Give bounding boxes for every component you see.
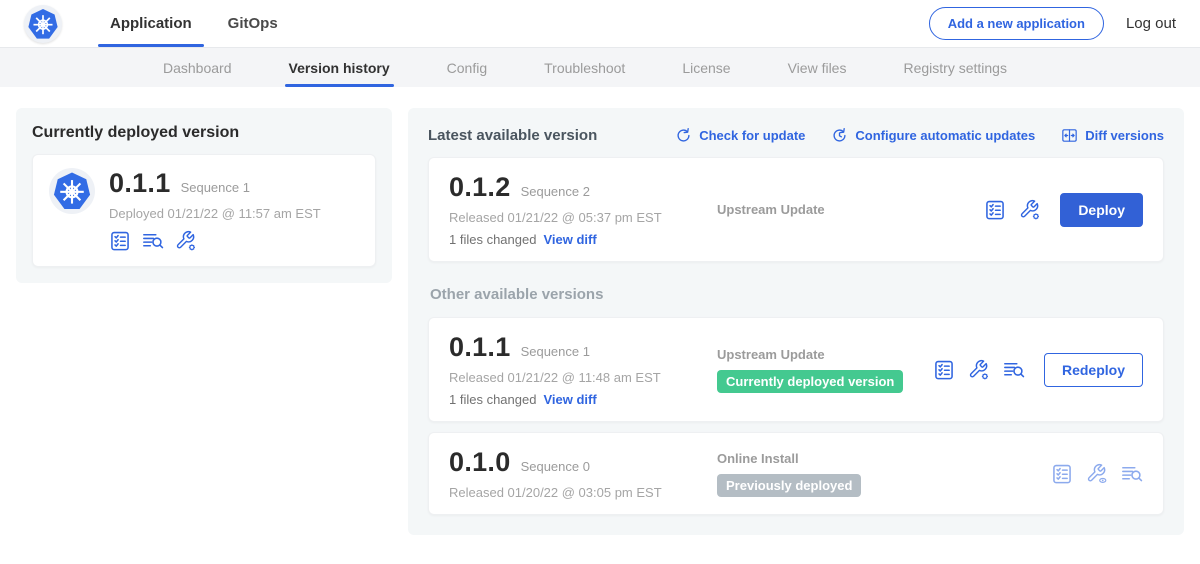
app-subnav: Dashboard Version history Config Trouble… <box>0 47 1200 87</box>
subnav-version-history[interactable]: Version history <box>289 48 390 87</box>
version-source-label: Upstream Update <box>717 347 933 362</box>
subnav-registry-settings[interactable]: Registry settings <box>903 48 1006 87</box>
subnav-troubleshoot[interactable]: Troubleshoot <box>544 48 625 87</box>
released-timestamp: Released 01/21/22 @ 05:37 pm EST <box>449 210 717 225</box>
tab-gitops[interactable]: GitOps <box>210 0 296 47</box>
edit-config-icon[interactable] <box>968 359 990 381</box>
version-source-label: Online Install <box>717 451 1051 466</box>
edit-config-icon[interactable] <box>1019 199 1041 221</box>
currently-deployed-badge: Currently deployed version <box>717 370 903 393</box>
released-timestamp: Released 01/21/22 @ 11:48 am EST <box>449 370 717 385</box>
kubernetes-logo-icon <box>24 5 62 43</box>
auto-update-icon <box>831 127 848 144</box>
view-config-icon[interactable] <box>1086 463 1108 485</box>
check-for-update-link[interactable]: Check for update <box>675 127 805 144</box>
deploy-logs-icon[interactable] <box>1121 463 1143 485</box>
tab-gitops-label: GitOps <box>228 15 278 32</box>
diff-versions-link[interactable]: Diff versions <box>1061 127 1164 144</box>
add-application-button[interactable]: Add a new application <box>929 7 1104 40</box>
subnav-view-files[interactable]: View files <box>788 48 847 87</box>
currently-deployed-title: Currently deployed version <box>32 124 376 142</box>
previously-deployed-badge: Previously deployed <box>717 474 861 497</box>
sequence-label: Sequence 2 <box>521 184 590 199</box>
subnav-dashboard[interactable]: Dashboard <box>163 48 232 87</box>
deployed-sequence-label: Sequence 1 <box>181 180 250 195</box>
version-number: 0.1.1 <box>449 332 511 363</box>
tab-application[interactable]: Application <box>92 0 210 47</box>
main-content: Currently deployed version 0.1.1 Sequenc… <box>0 87 1200 556</box>
preflight-checks-icon[interactable] <box>933 359 955 381</box>
currently-deployed-card: Currently deployed version 0.1.1 Sequenc… <box>16 108 392 283</box>
subnav-config[interactable]: Config <box>447 48 487 87</box>
edit-config-icon[interactable] <box>175 230 197 252</box>
configure-automatic-updates-link[interactable]: Configure automatic updates <box>831 127 1035 144</box>
app-kubernetes-logo-icon <box>49 168 95 214</box>
subnav-license[interactable]: License <box>682 48 730 87</box>
logout-button[interactable]: Log out <box>1126 15 1176 32</box>
preflight-checks-icon[interactable] <box>109 230 131 252</box>
tab-application-label: Application <box>110 15 192 32</box>
sequence-label: Sequence 1 <box>521 344 590 359</box>
deployed-version-number: 0.1.1 <box>109 168 171 199</box>
deploy-logs-icon[interactable] <box>1003 359 1025 381</box>
currently-deployed-version-card: 0.1.1 Sequence 1 Deployed 01/21/22 @ 11:… <box>32 154 376 267</box>
deployed-timestamp: Deployed 01/21/22 @ 11:57 am EST <box>109 206 321 221</box>
header-tabs: Application GitOps <box>92 0 296 47</box>
panel-actions: Check for update Configure automatic upd… <box>675 127 1164 144</box>
header-right: Add a new application Log out <box>929 7 1176 40</box>
files-changed-label: 1 files changed <box>449 232 536 247</box>
version-row-0-1-1: 0.1.1 Sequence 1 Released 01/21/22 @ 11:… <box>428 317 1164 422</box>
version-row-0-1-0: 0.1.0 Sequence 0 Released 01/20/22 @ 03:… <box>428 432 1164 515</box>
refresh-icon <box>675 127 692 144</box>
version-number: 0.1.0 <box>449 447 511 478</box>
version-row-0-1-2: 0.1.2 Sequence 2 Released 01/21/22 @ 05:… <box>428 157 1164 262</box>
latest-available-title: Latest available version <box>428 127 597 144</box>
sequence-label: Sequence 0 <box>521 459 590 474</box>
released-timestamp: Released 01/20/22 @ 03:05 pm EST <box>449 485 717 500</box>
version-number: 0.1.2 <box>449 172 511 203</box>
version-history-panel: Latest available version Check for updat… <box>408 108 1184 535</box>
deploy-button[interactable]: Deploy <box>1060 193 1143 227</box>
view-diff-link[interactable]: View diff <box>543 232 596 247</box>
view-diff-link[interactable]: View diff <box>543 392 596 407</box>
files-changed-label: 1 files changed <box>449 392 536 407</box>
version-source-label: Upstream Update <box>717 202 984 217</box>
diff-icon <box>1061 127 1078 144</box>
preflight-checks-icon[interactable] <box>1051 463 1073 485</box>
other-available-title: Other available versions <box>430 286 1164 303</box>
app-header: Application GitOps Add a new application… <box>0 0 1200 47</box>
preflight-checks-icon[interactable] <box>984 199 1006 221</box>
redeploy-button[interactable]: Redeploy <box>1044 353 1143 387</box>
deploy-logs-icon[interactable] <box>142 230 164 252</box>
